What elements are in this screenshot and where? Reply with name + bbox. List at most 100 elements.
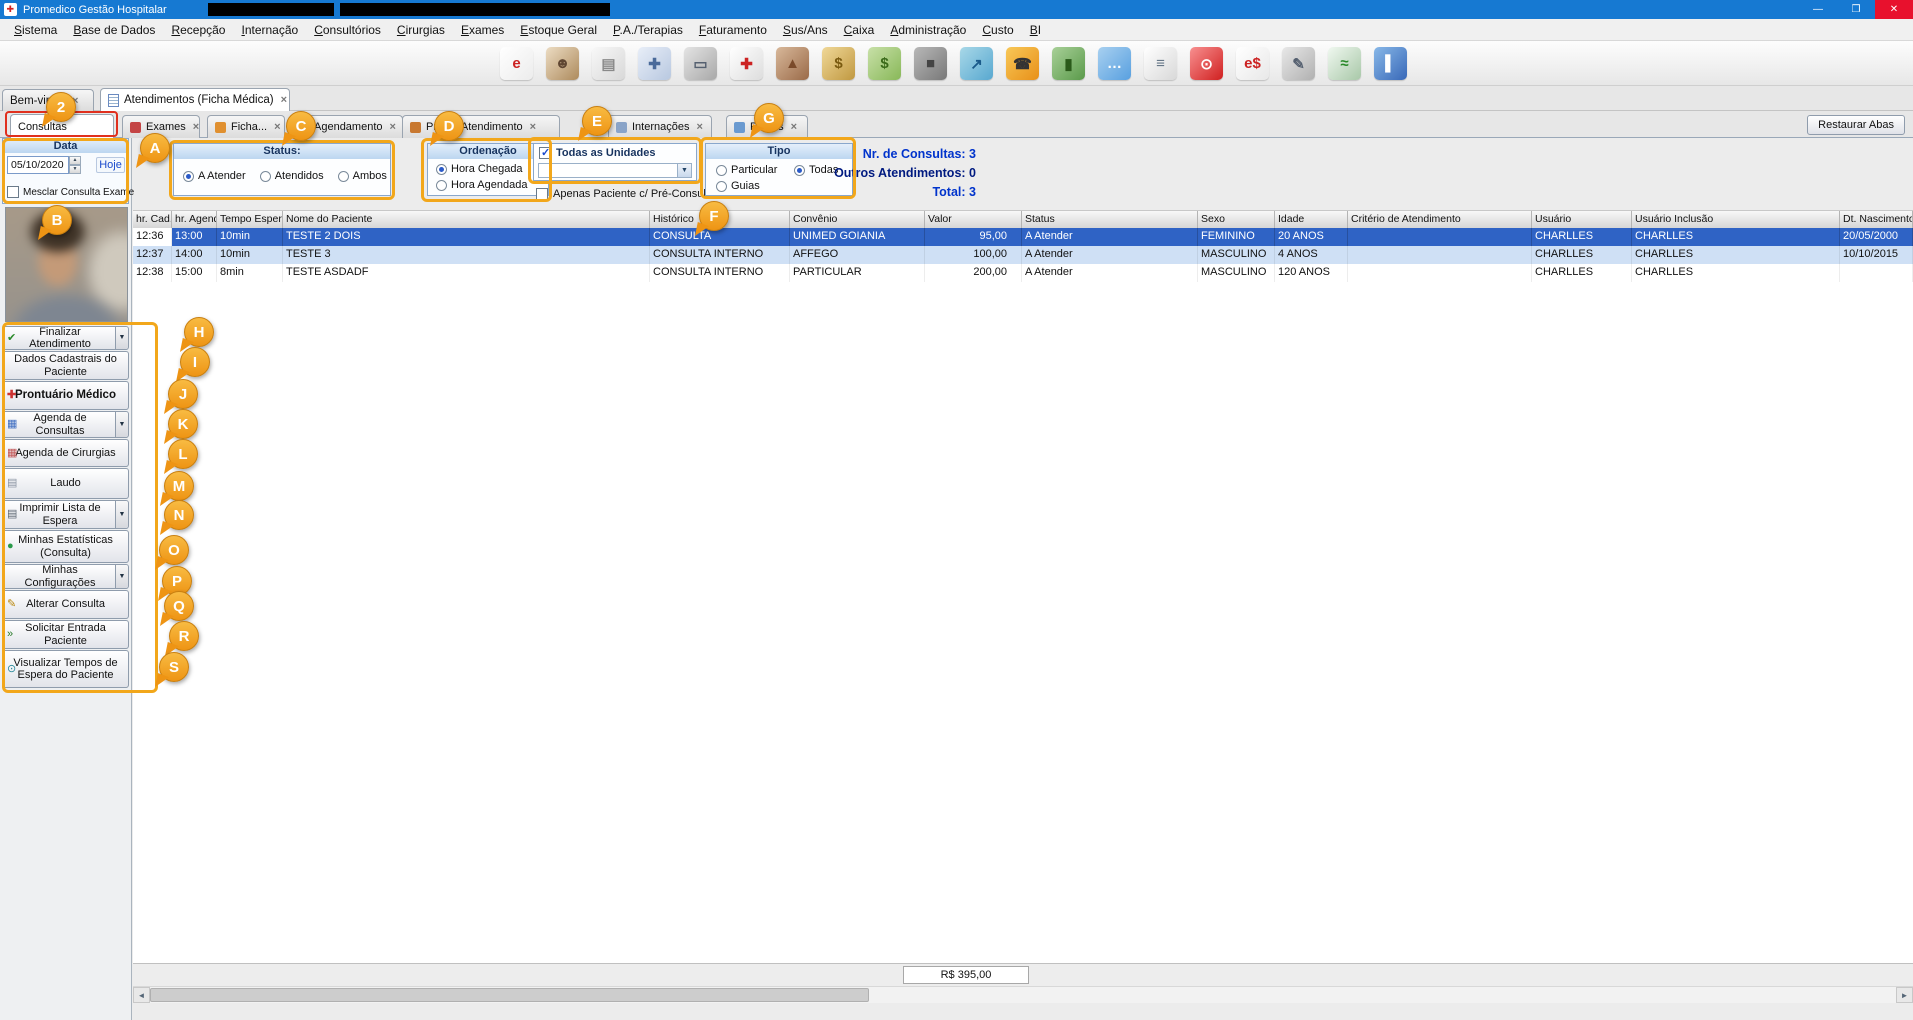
column-header-valor[interactable]: Valor xyxy=(925,211,1022,228)
menubar: SistemaBase de DadosRecepçãoInternaçãoCo… xyxy=(0,19,1913,41)
tab-label: Exames xyxy=(146,121,186,133)
tab-label: Ficha... xyxy=(231,121,267,133)
column-header-hr-agend[interactable]: hr. Agend. xyxy=(172,211,217,228)
column-header-usuario[interactable]: Usuário xyxy=(1532,211,1632,228)
menu-consultorios[interactable]: Consultórios xyxy=(306,21,389,39)
menu-custo[interactable]: Custo xyxy=(974,21,1021,39)
window-title: Promedico Gestão Hospitalar xyxy=(23,4,167,16)
close-icon[interactable]: × xyxy=(281,94,287,106)
menu-sistema[interactable]: Sistema xyxy=(6,21,65,39)
menu-bi[interactable]: BI xyxy=(1022,21,1049,39)
redacted-region xyxy=(208,3,334,16)
column-header-hr-cad[interactable]: hr. Cad. xyxy=(133,211,172,228)
menu-caixa[interactable]: Caixa xyxy=(836,21,883,39)
consultorios-icon[interactable]: ✚ xyxy=(638,47,671,80)
close-icon[interactable]: × xyxy=(274,121,280,133)
report-icon[interactable]: ≡ xyxy=(1144,47,1177,80)
monitor-chart-icon[interactable]: ≈ xyxy=(1328,47,1361,80)
cell-usuario-inclusao: CHARLLES xyxy=(1632,264,1840,282)
menu-exames[interactable]: Exames xyxy=(453,21,512,39)
chart-arrow-icon[interactable]: ↗ xyxy=(960,47,993,80)
annotation-box-sidebar-buttons-box xyxy=(2,322,158,693)
column-header-sexo[interactable]: Sexo xyxy=(1198,211,1275,228)
annotation-pin-2: 2 xyxy=(46,92,76,122)
close-icon[interactable]: × xyxy=(193,121,199,133)
table-row[interactable]: 12:3815:008minTESTE ASDADFCONSULTA INTER… xyxy=(133,264,1913,282)
tab-ficha[interactable]: Ficha... × xyxy=(207,115,285,138)
annotation-pin-i: I xyxy=(180,347,210,377)
internacao-bed-icon[interactable]: ▭ xyxy=(684,47,717,80)
column-header-nome-do-paciente[interactable]: Nome do Paciente xyxy=(283,211,650,228)
construction-icon[interactable]: ▲ xyxy=(776,47,809,80)
annotation-pin-d: D xyxy=(434,111,464,141)
cell-hr-cad: 12:38 xyxy=(133,264,172,282)
menu-faturamento[interactable]: Faturamento xyxy=(691,21,775,39)
bi-book-icon[interactable]: ▌ xyxy=(1374,47,1407,80)
cell-hr-cad: 12:37 xyxy=(133,246,172,264)
restaurar-abas-button[interactable]: Restaurar Abas xyxy=(1807,115,1905,135)
minimize-button[interactable]: — xyxy=(1799,0,1837,19)
cell-hr-agend: 14:00 xyxy=(172,246,217,264)
cell-idade: 120 ANOS xyxy=(1275,264,1348,282)
cell-dt-nascimento xyxy=(1840,264,1913,282)
ambulance-icon[interactable]: ✚ xyxy=(730,47,763,80)
menu-administracao[interactable]: Administração xyxy=(882,21,974,39)
cell-dt-nascimento: 20/05/2000 xyxy=(1840,228,1913,246)
scroll-right-arrow-icon[interactable]: ► xyxy=(1896,987,1913,1003)
close-icon[interactable]: × xyxy=(530,121,536,133)
safe-icon[interactable]: ■ xyxy=(914,47,947,80)
wallet-icon[interactable]: ▮ xyxy=(1052,47,1085,80)
cell-hr-agend: 15:00 xyxy=(172,264,217,282)
table-row[interactable]: 12:3613:0010minTESTE 2 DOISCONSULTAUNIME… xyxy=(133,228,1913,246)
cell-historico: CONSULTA INTERNO xyxy=(650,264,790,282)
tab-pronto-atendimento[interactable]: Pronto Atendimento× xyxy=(402,115,560,138)
menu-recepcao[interactable]: Recepção xyxy=(163,21,233,39)
cell-usuario: CHARLLES xyxy=(1532,246,1632,264)
horizontal-scrollbar[interactable]: ◄ ► xyxy=(133,986,1913,1003)
menu-internacao[interactable]: Internação xyxy=(233,21,306,39)
tab-internacoes[interactable]: Internações × xyxy=(608,115,712,138)
cell-idade: 20 ANOS xyxy=(1275,228,1348,246)
tab-atendimentos-ficha-medica[interactable]: Atendimentos (Ficha Médica)× xyxy=(100,88,290,111)
print-edit-icon[interactable]: ✎ xyxy=(1282,47,1315,80)
column-header-dt-nascimento[interactable]: Dt. Nascimento xyxy=(1840,211,1913,228)
close-icon[interactable]: × xyxy=(791,121,797,133)
phonebook-icon[interactable]: ☎ xyxy=(1006,47,1039,80)
column-header-tempo-espera[interactable]: Tempo Espera xyxy=(217,211,283,228)
esocial-icon[interactable]: e$ xyxy=(1236,47,1269,80)
scrollbar-thumb[interactable] xyxy=(150,988,869,1002)
scroll-left-arrow-icon[interactable]: ◄ xyxy=(133,987,150,1003)
column-header-criterio-de-atendimento[interactable]: Critério de Atendimento xyxy=(1348,211,1532,228)
close-icon[interactable]: × xyxy=(390,121,396,133)
promedico-logo-icon[interactable]: e xyxy=(500,47,533,80)
column-header-idade[interactable]: Idade xyxy=(1275,211,1348,228)
finance-icon[interactable]: $ xyxy=(822,47,855,80)
table-row[interactable]: 12:3714:0010minTESTE 3CONSULTA INTERNOAF… xyxy=(133,246,1913,264)
maximize-button[interactable]: ❒ xyxy=(1837,0,1875,19)
billing-icon[interactable]: $ xyxy=(868,47,901,80)
menu-base-de-dados[interactable]: Base de Dados xyxy=(65,21,163,39)
column-header-status[interactable]: Status xyxy=(1022,211,1198,228)
power-icon[interactable]: ⊙ xyxy=(1190,47,1223,80)
close-button[interactable]: ✕ xyxy=(1875,0,1913,19)
close-icon[interactable]: × xyxy=(696,121,702,133)
column-header-convenio[interactable]: Convênio xyxy=(790,211,925,228)
menu-sus-ans[interactable]: Sus/Ans xyxy=(775,21,836,39)
pre-consulta-row[interactable]: Apenas Paciente c/ Pré-Consulta xyxy=(536,188,715,200)
menu-p-a-terapias[interactable]: P.A./Terapias xyxy=(605,21,691,39)
tab-label: Internações xyxy=(632,121,689,133)
cell-sexo: FEMININO xyxy=(1198,228,1275,246)
cell-historico: CONSULTA INTERNO xyxy=(650,246,790,264)
cell-status: A Atender xyxy=(1022,246,1198,264)
menu-cirurgias[interactable]: Cirurgias xyxy=(389,21,453,39)
chat-bubble-icon[interactable]: … xyxy=(1098,47,1131,80)
annotation-box-status-box xyxy=(169,140,395,200)
pin-tail xyxy=(136,154,150,168)
tab-icon xyxy=(130,122,141,133)
column-header-usuario-inclusao[interactable]: Usuário Inclusão xyxy=(1632,211,1840,228)
menu-estoque-geral[interactable]: Estoque Geral xyxy=(512,21,605,39)
cell-criterio-de-atendimento xyxy=(1348,228,1532,246)
schedule-icon[interactable]: ▤ xyxy=(592,47,625,80)
reception-icon[interactable]: ☻ xyxy=(546,47,579,80)
annotation-pin-k: K xyxy=(168,409,198,439)
